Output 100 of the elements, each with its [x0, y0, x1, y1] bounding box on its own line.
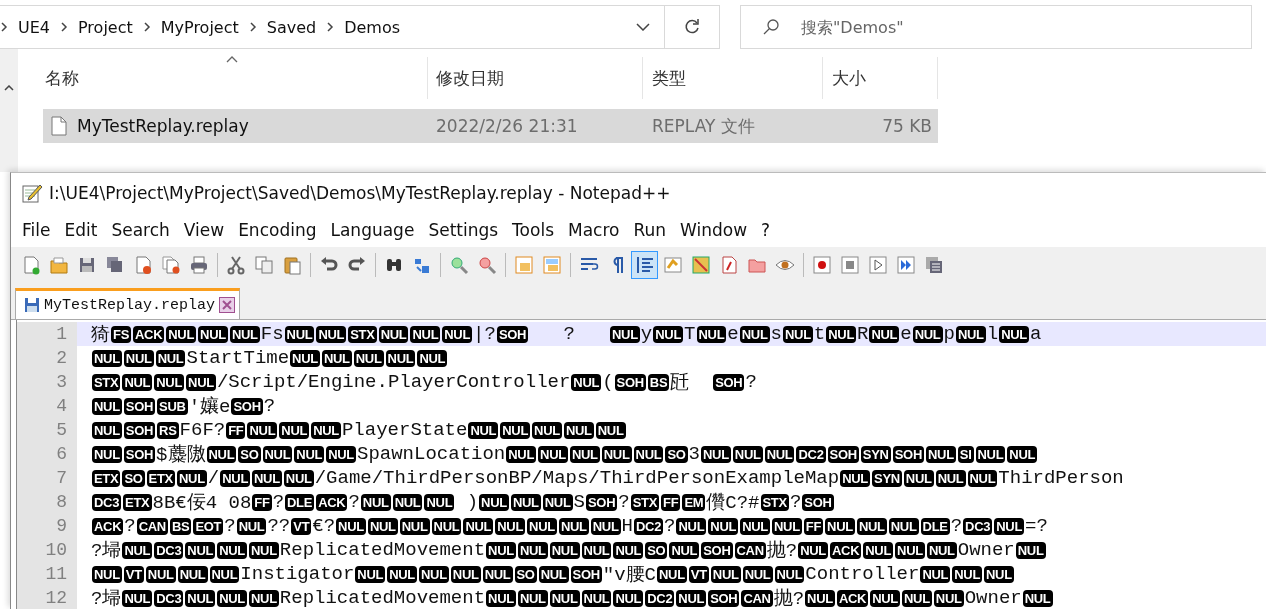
- code-text: ?: [618, 491, 630, 513]
- control-char-badge: NUL: [217, 541, 247, 559]
- menu-item[interactable]: Encoding: [231, 220, 324, 240]
- toolbar-button[interactable]: [631, 251, 658, 279]
- code-text: 猗: [91, 323, 110, 347]
- menu-item[interactable]: File: [15, 220, 58, 240]
- control-char-badge: NUL: [840, 469, 870, 487]
- control-char-badge: NUL: [399, 517, 430, 535]
- control-char-badge: NUL: [279, 421, 310, 439]
- code-text: ?: [348, 491, 360, 513]
- control-char-badge: SYN: [860, 445, 891, 463]
- control-char-badge: CAN: [734, 541, 766, 559]
- search-field[interactable]: 搜索"Demos": [740, 5, 1252, 49]
- menu-item[interactable]: Run: [626, 220, 674, 240]
- code-text: ThirdPerson: [998, 467, 1124, 489]
- control-char-badge: NUL: [888, 517, 919, 535]
- tab-label[interactable]: MyTestReplay.replay: [44, 296, 216, 314]
- code-text: p: [943, 323, 955, 345]
- breadcrumb[interactable]: MyProject: [160, 17, 239, 37]
- menu-item[interactable]: Language: [323, 220, 422, 240]
- language-icon: [662, 255, 683, 275]
- breadcrumb[interactable]: Saved: [266, 17, 317, 37]
- file-type: REPLAY 文件: [652, 114, 755, 138]
- menu-item[interactable]: Tools: [505, 220, 561, 240]
- scroll-up-icon[interactable]: [4, 85, 14, 91]
- control-char-badge: DC2: [633, 517, 664, 535]
- control-char-badge: NUL: [217, 589, 247, 607]
- control-char-badge: NUL: [252, 469, 282, 487]
- line-number: 12: [17, 586, 77, 609]
- split-view-icon: [513, 255, 534, 275]
- scrollbar[interactable]: [0, 49, 18, 172]
- line-number: 9: [17, 514, 77, 538]
- control-char-badge: SOH: [123, 397, 156, 415]
- control-char-badge: NUL: [154, 373, 185, 391]
- code-text: ?: [950, 515, 963, 537]
- control-char-badge: FF: [252, 493, 272, 511]
- control-char-badge: NUL: [294, 445, 325, 463]
- close-icon[interactable]: [219, 297, 236, 313]
- control-char-badge: SOH: [701, 541, 733, 559]
- code-text: y: [640, 323, 653, 345]
- control-char-badge: NUL: [549, 541, 580, 559]
- control-char-badge: NUL: [510, 493, 541, 511]
- control-char-badge: NUL: [669, 541, 700, 559]
- code-text: SpawnLocation: [357, 443, 506, 465]
- menu-item[interactable]: Edit: [57, 220, 105, 240]
- control-char-badge: NUL: [1022, 589, 1053, 607]
- control-char-badge: SO: [665, 445, 688, 463]
- control-char-badge: NUL: [262, 445, 293, 463]
- control-char-badge: NUL: [798, 541, 828, 559]
- line-number: 11: [17, 562, 77, 586]
- control-char-badge: SOH: [713, 373, 745, 391]
- column-header[interactable]: 类型: [652, 66, 686, 90]
- column-header[interactable]: 名称: [45, 66, 79, 90]
- file-tab[interactable]: MyTestReplay.replay: [15, 288, 241, 319]
- column-header[interactable]: 修改日期: [436, 66, 504, 90]
- control-char-badge: VT: [291, 517, 312, 535]
- line-number: 10: [17, 538, 77, 562]
- control-char-badge: SO: [122, 469, 145, 487]
- control-char-badge: NUL: [463, 517, 494, 535]
- breadcrumb[interactable]: UE4: [18, 17, 50, 37]
- control-char-badge: NUL: [92, 349, 122, 367]
- breadcrumb[interactable]: Project: [78, 17, 133, 37]
- line-number: 4: [17, 394, 77, 418]
- column-header[interactable]: 大小: [832, 66, 866, 90]
- control-char-badge: NUL: [336, 517, 366, 535]
- control-char-badge: NUL: [486, 589, 516, 607]
- control-char-badge: NUL: [935, 469, 966, 487]
- control-char-badge: NUL: [732, 445, 763, 463]
- save-all-icon: [104, 255, 125, 275]
- control-char-badge: SOH: [570, 565, 602, 583]
- control-char-badge: SO: [645, 541, 668, 559]
- control-char-badge: NUL: [870, 589, 900, 607]
- control-char-badge: NUL: [764, 445, 795, 463]
- control-char-badge: NUL: [701, 445, 731, 463]
- line-number: 2: [17, 346, 77, 370]
- menu-item[interactable]: Macro: [561, 220, 627, 240]
- breadcrumb[interactable]: Demos: [344, 17, 401, 37]
- control-char-badge: ACK: [836, 589, 869, 607]
- address-bar[interactable]: UE4 Project MyProject Saved Demos: [0, 5, 720, 49]
- menu-item[interactable]: ?: [754, 220, 778, 240]
- control-char-badge: SUB: [157, 397, 188, 415]
- control-char-badge: NUL: [549, 589, 580, 607]
- menu-item[interactable]: Window: [673, 220, 755, 240]
- control-char-badge: SOH: [892, 445, 924, 463]
- control-char-badge: NUL: [450, 565, 481, 583]
- control-char-badge: SOH: [708, 589, 740, 607]
- control-char-badge: NUL: [613, 541, 644, 559]
- file-row[interactable]: MyTestReplay.replay 2022/2/26 21:31 REPLAY 文件 75 KB: [43, 109, 938, 143]
- refresh-icon[interactable]: [683, 18, 701, 36]
- control-char-badge: SO: [238, 445, 261, 463]
- chevron-down-icon[interactable]: [636, 23, 650, 31]
- control-char-badge: STX: [760, 493, 789, 511]
- control-char-badge: NUL: [532, 421, 562, 439]
- code-text: ?: [664, 515, 676, 537]
- menu-item[interactable]: View: [176, 220, 232, 240]
- menu-item[interactable]: Search: [104, 220, 177, 240]
- control-char-badge: NUL: [385, 349, 416, 367]
- control-char-badge: NUL: [367, 517, 398, 535]
- control-char-badge: FF: [661, 493, 681, 511]
- menu-item[interactable]: Settings: [421, 220, 506, 240]
